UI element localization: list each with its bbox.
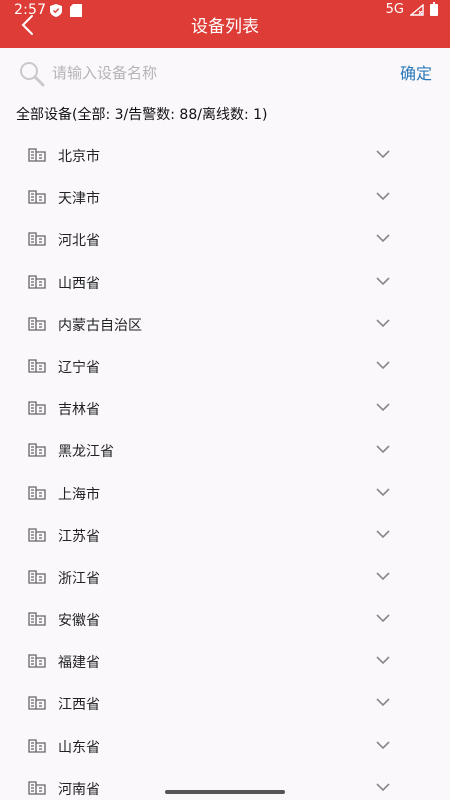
building-icon [28,359,46,373]
chevron-down-icon[interactable] [376,782,390,792]
building-icon [28,696,46,711]
list-item-label: 吉林省 [58,402,100,419]
building-icon [28,401,46,415]
chevron-down-icon[interactable] [376,402,390,412]
list-item-label: 天津市 [58,191,100,208]
list-item[interactable]: 安徽省 [0,598,450,640]
device-summary: 全部设备(全部: 3/告警数: 88/离线数: 1) [16,107,268,123]
list-item[interactable]: 天津市 [0,176,450,218]
chevron-down-icon[interactable] [376,360,390,370]
chevron-down-icon[interactable] [376,318,390,328]
chevron-down-icon[interactable] [376,149,390,159]
building-icon [28,148,46,162]
header-bar: 2:57 5G 设备列表 [0,0,450,48]
building-icon [28,570,46,584]
search-input[interactable] [52,60,372,86]
list-item[interactable]: 山西省 [0,261,450,303]
list-item[interactable]: 山东省 [0,725,450,767]
chevron-down-icon[interactable] [376,697,390,707]
chevron-down-icon[interactable] [376,529,390,539]
list-item-label: 江西省 [58,697,100,714]
confirm-button[interactable]: 确定 [400,60,432,84]
list-item-label: 山西省 [58,275,100,292]
page-title: 设备列表 [191,17,259,37]
list-item-label: 辽宁省 [58,359,100,376]
list-item[interactable]: 浙江省 [0,556,450,598]
list-item-label: 山东省 [58,739,100,756]
chevron-down-icon[interactable] [376,740,390,750]
chevron-down-icon[interactable] [376,233,390,243]
list-item[interactable]: 内蒙古自治区 [0,303,450,345]
chevron-down-icon[interactable] [376,487,390,497]
list-item[interactable]: 北京市 [0,134,450,176]
chevron-down-icon[interactable] [376,191,390,201]
list-item-label: 黑龙江省 [58,444,114,461]
building-icon [28,738,46,753]
list-item[interactable]: 福建省 [0,640,450,682]
building-icon [28,781,46,795]
list-item[interactable]: 吉林省 [0,387,450,429]
list-item-label: 河北省 [58,233,100,250]
list-item-label: 北京市 [58,149,100,165]
list-item-label: 浙江省 [58,570,100,587]
list-item[interactable]: 辽宁省 [0,345,450,387]
list-item-label: 上海市 [58,486,100,503]
list-item-label: 河南省 [58,781,100,798]
building-icon [28,485,46,500]
device-list-screen: 2:57 5G 设备列表 确定 [0,0,450,800]
building-icon [28,612,46,626]
list-item[interactable]: 黑龙江省 [0,429,450,471]
chevron-down-icon[interactable] [376,655,390,665]
region-list: 北京市 天津市 河北省 山西省 内蒙古自治区 辽宁省 吉林省 黑龙江省 上海市 … [0,134,450,800]
list-item-label: 江苏省 [58,528,100,545]
list-item-label: 内蒙古自治区 [58,317,142,334]
search-icon [20,62,45,87]
chevron-down-icon[interactable] [376,613,390,623]
list-item-label: 安徽省 [58,613,100,630]
building-icon [28,654,46,668]
chevron-down-icon[interactable] [376,276,390,286]
chevron-down-icon[interactable] [376,444,390,454]
home-indicator[interactable] [165,790,285,794]
list-item[interactable]: 江西省 [0,682,450,724]
building-icon [28,443,46,457]
building-icon [28,190,46,204]
list-item[interactable]: 河北省 [0,218,450,260]
list-item[interactable]: 江苏省 [0,514,450,556]
building-icon [28,232,46,247]
chevron-down-icon[interactable] [376,571,390,581]
building-icon [28,274,46,289]
building-icon [28,528,46,542]
list-item[interactable]: 上海市 [0,472,450,514]
building-icon [28,317,46,331]
search-row: 确定 [0,52,450,92]
list-item[interactable]: 河南省 [0,767,450,800]
list-item-label: 福建省 [58,655,100,672]
